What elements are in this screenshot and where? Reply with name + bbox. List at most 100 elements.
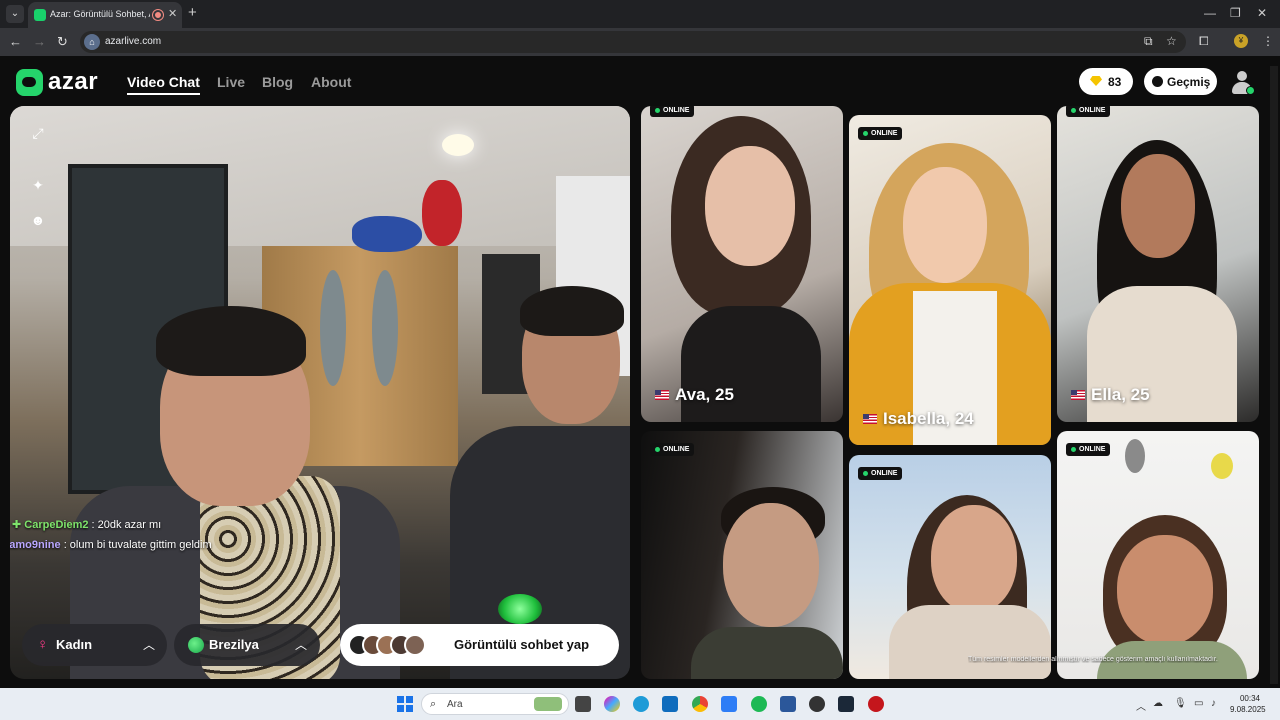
browser-toolbar: ← → ↻ ⌂ azarlive.com ⧉ ☆ ⧠ ¥ ⋮ <box>0 28 1280 56</box>
nav-blog[interactable]: Blog <box>262 74 293 90</box>
gem-icon <box>1090 76 1102 86</box>
microphone-icon[interactable]: 🎙 <box>1174 698 1187 709</box>
chat-username: CarpeDiem2 <box>24 519 89 531</box>
online-badge: ONLINE <box>858 127 903 140</box>
notepad-icon[interactable] <box>721 696 737 712</box>
us-flag-icon <box>1071 390 1085 400</box>
online-badge: ONLINE <box>1066 106 1111 117</box>
clock-date: 9.08.2025 <box>1230 705 1266 714</box>
browser-tab[interactable]: Azar: Görüntülü Sohbet, Ar ✕ <box>28 2 182 28</box>
avatar <box>404 634 426 656</box>
search-highlight-icon <box>534 697 562 711</box>
browser-menu-icon[interactable]: ⋮ <box>1262 34 1274 48</box>
profile-card-ava[interactable]: ONLINE Ava, 25 <box>641 106 843 422</box>
chevron-up-icon: ︿ <box>143 638 156 652</box>
gem-count: 83 <box>1108 75 1122 89</box>
spotify-icon[interactable] <box>751 696 767 712</box>
windows-start-icon[interactable] <box>397 696 413 712</box>
history-button[interactable]: Geçmiş <box>1144 68 1217 95</box>
profile-card-tongue[interactable]: ONLINE <box>1057 431 1259 679</box>
profile-name: Ava, 25 <box>675 385 734 404</box>
profile-card-laughing[interactable]: ONLINE <box>849 455 1051 679</box>
gems-button[interactable]: 83 <box>1079 68 1133 95</box>
face-filter-icon[interactable]: ☻ <box>27 209 49 231</box>
start-video-chat-label: Görüntülü sohbet yap <box>454 637 590 652</box>
new-tab-button[interactable]: + <box>188 4 197 21</box>
profile-card-male[interactable]: ONLINE <box>641 431 843 679</box>
taskbar-search-label: Ara <box>447 699 463 710</box>
globe-icon <box>188 637 204 653</box>
video-chat-panel: ⤢ ✦ ☻ ✚ CarpeDiem2 : 20dk azar mı ramo9n… <box>10 106 630 679</box>
chat-text: : 20dk azar mı <box>88 519 162 531</box>
nav-about[interactable]: About <box>311 74 351 90</box>
nav-live[interactable]: Live <box>217 74 245 90</box>
url-text[interactable]: azarlive.com <box>105 36 161 47</box>
back-icon[interactable]: ← <box>9 34 22 49</box>
network-icon[interactable]: ▭ <box>1194 698 1203 709</box>
chevron-up-icon: ︿ <box>295 638 308 652</box>
chat-username: ramo9nine <box>10 539 61 551</box>
task-view-icon[interactable] <box>575 696 591 712</box>
clock-time: 00:34 <box>1239 694 1260 703</box>
tab-close-icon[interactable]: ✕ <box>168 7 177 20</box>
gender-filter-label: Kadın <box>56 637 93 652</box>
forward-icon[interactable]: → <box>33 34 46 49</box>
online-badge: ONLINE <box>1066 443 1111 456</box>
profile-card-ella[interactable]: ONLINE Ella, 25 <box>1057 106 1259 422</box>
user-profile-icon[interactable] <box>1229 69 1255 95</box>
minimize-icon[interactable]: — <box>1204 6 1216 20</box>
azar-logo-text[interactable]: azar <box>48 68 98 96</box>
fullscreen-icon[interactable]: ⤢ <box>27 122 49 144</box>
history-label: Geçmiş <box>1167 75 1211 89</box>
address-bar[interactable]: ⌂ azarlive.com <box>80 31 1186 53</box>
profile-name: Ella, 25 <box>1091 385 1150 404</box>
scrollbar[interactable] <box>1270 66 1278 684</box>
reload-icon[interactable]: ↻ <box>57 34 68 50</box>
online-badge: ONLINE <box>650 443 695 456</box>
tab-search-chevron-icon[interactable]: ⌄ <box>6 5 24 23</box>
taskbar-clock[interactable]: 00:34 9.08.2025 <box>1230 693 1266 715</box>
site-info-icon[interactable]: ⌂ <box>84 34 100 50</box>
chat-text: : olum bi tuvalate gittim geldim <box>60 539 212 551</box>
gender-filter-button[interactable]: ♀ Kadın ︿ <box>22 624 167 666</box>
app-icon[interactable] <box>780 696 796 712</box>
media-player-icon[interactable] <box>868 696 884 712</box>
volume-icon[interactable]: ♪ <box>1211 698 1216 709</box>
us-flag-icon <box>655 390 669 400</box>
azar-logo-icon[interactable] <box>16 69 43 96</box>
search-icon: ⌕ <box>430 698 437 710</box>
bookmark-star-icon[interactable]: ☆ <box>1166 34 1177 48</box>
region-filter-label: Brezilya <box>209 637 259 652</box>
recording-indicator-icon <box>153 10 163 20</box>
profile-name: Isabella, 24 <box>883 409 974 428</box>
tray-chevron-icon[interactable]: ︿ <box>1136 698 1146 713</box>
taskbar-search-box[interactable]: ⌕ Ara <box>421 693 569 715</box>
windows-taskbar: ⌕ Ara ︿ ☁ 🎙 ▭ ♪ 00:34 9.08.2025 <box>0 688 1280 720</box>
app-icon[interactable] <box>809 696 825 712</box>
start-video-chat-button[interactable]: Görüntülü sohbet yap <box>340 624 619 666</box>
profile-card-isabella[interactable]: ONLINE Isabella, 24 <box>849 115 1051 445</box>
effects-sparkle-icon[interactable]: ✦ <box>27 174 49 196</box>
outlook-icon[interactable] <box>662 696 678 712</box>
nav-video-chat[interactable]: Video Chat <box>127 74 200 95</box>
azar-site: azar Video Chat Live Blog About 83 Geçmi… <box>0 56 1280 688</box>
chrome-icon[interactable] <box>692 696 708 712</box>
edge-icon[interactable] <box>633 696 649 712</box>
online-badge: ONLINE <box>650 106 695 117</box>
tab-title: Azar: Görüntülü Sohbet, Ar <box>50 9 150 19</box>
install-app-icon[interactable]: ⧉ <box>1144 34 1153 49</box>
browser-profile-icon[interactable]: ¥ <box>1234 34 1248 48</box>
region-filter-button[interactable]: Brezilya ︿ <box>174 624 320 666</box>
copilot-icon[interactable] <box>604 696 620 712</box>
online-badge: ONLINE <box>858 467 903 480</box>
window-close-icon[interactable]: ✕ <box>1257 6 1267 20</box>
disclaimer-text: Tüm resimler modellerden alınmıştır ve s… <box>968 656 1218 663</box>
browser-tab-bar: ⌄ Azar: Görüntülü Sohbet, Ar ✕ + — ❐ ✕ <box>0 0 1280 28</box>
steam-icon[interactable] <box>838 696 854 712</box>
avatar-stack <box>348 634 436 656</box>
azar-favicon-icon <box>34 9 46 21</box>
cloud-icon[interactable]: ☁ <box>1153 698 1163 709</box>
extensions-icon[interactable]: ⧠ <box>1199 34 1209 49</box>
chat-message: ✚ CarpeDiem2 : 20dk azar mı <box>12 518 161 531</box>
restore-icon[interactable]: ❐ <box>1230 6 1241 20</box>
